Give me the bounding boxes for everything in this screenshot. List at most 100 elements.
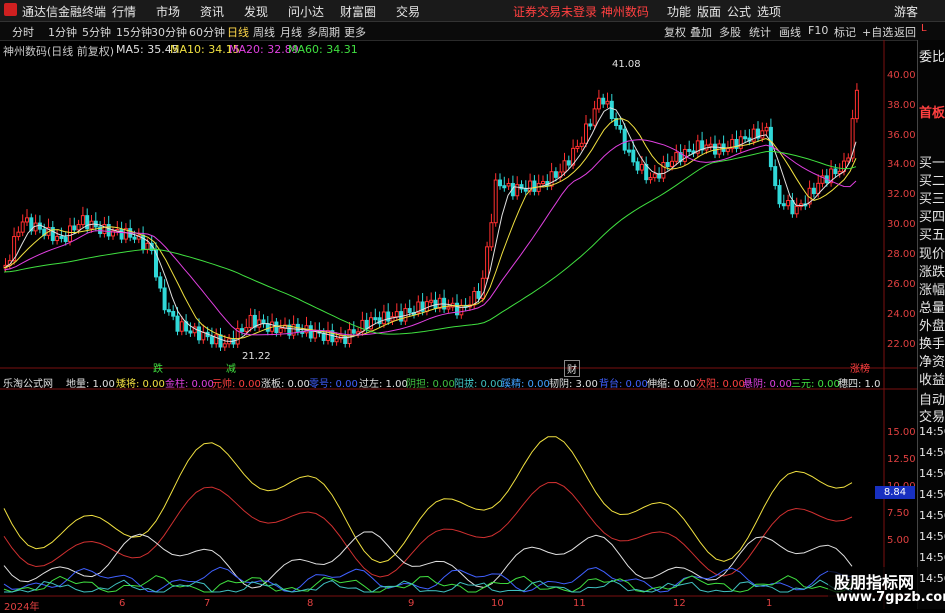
- sidebar-item: 买一: [919, 156, 945, 171]
- menu-formula[interactable]: 公式: [727, 3, 751, 20]
- tab-1min[interactable]: 1分钟: [48, 24, 77, 40]
- ind-item: 过左: 1.00: [359, 379, 408, 390]
- high-price-label: 41.08: [612, 59, 641, 70]
- menu-item-discover[interactable]: 发现: [244, 3, 268, 20]
- date-tick: 9: [408, 598, 415, 609]
- period-tabbar: 分时 1分钟 5分钟 15分钟 30分钟 60分钟 日线 周线 月线 多周期 更…: [0, 22, 945, 41]
- stats-button[interactable]: 统计: [749, 24, 771, 40]
- sidebar-item: 委比: [919, 50, 945, 65]
- overlay-button[interactable]: 叠加: [690, 24, 712, 40]
- watermark-url: www.7gpzb.com: [836, 590, 945, 605]
- sidebar-item: 涨幅: [919, 283, 945, 298]
- draw-line-button[interactable]: 画线: [779, 24, 801, 40]
- sidebar-item: 买五: [919, 228, 945, 243]
- menu-item-wealth[interactable]: 财富圈: [340, 3, 376, 20]
- tab-5min[interactable]: 5分钟: [82, 24, 111, 40]
- sidebar-time: 14:56: [919, 488, 945, 501]
- adjust-button[interactable]: 复权: [664, 24, 686, 40]
- tab-more[interactable]: 更多: [344, 24, 366, 40]
- ind-item: 悬阴: 0.00: [743, 379, 792, 390]
- sidebar-time: 14:56: [919, 425, 945, 438]
- add-watchlist-button[interactable]: +自选: [862, 24, 893, 40]
- ind-item: 次阳: 0.00: [696, 379, 745, 390]
- menu-options[interactable]: 选项: [757, 3, 781, 20]
- sidebar-level[interactable]: L: [921, 23, 927, 34]
- date-tick: 8: [307, 598, 314, 609]
- sidebar-trade-button[interactable]: 交易: [919, 406, 945, 425]
- menu-item-trade[interactable]: 交易: [396, 3, 420, 20]
- ind-item: 背台: 0.00: [599, 379, 648, 390]
- menu-bar: 通达信金融终端 行情 市场 资讯 发现 问小达 财富圈 交易 证券交易未登录 神…: [0, 0, 945, 22]
- menu-layout[interactable]: 版面: [697, 3, 721, 20]
- date-tick: 2024年: [4, 602, 40, 613]
- date-tick: 11: [573, 598, 586, 609]
- marker-reduce: 减: [226, 364, 236, 375]
- sidebar-time: 14:56: [919, 509, 945, 522]
- tab-multi-period[interactable]: 多周期: [307, 24, 340, 40]
- tab-60min[interactable]: 60分钟: [189, 24, 225, 40]
- menu-item-ask[interactable]: 问小达: [288, 3, 324, 20]
- tab-30min[interactable]: 30分钟: [151, 24, 187, 40]
- price-tick: 40.00: [887, 70, 916, 81]
- ind-tick: 12.50: [887, 454, 916, 465]
- ind-tick: 15.00: [887, 427, 916, 438]
- menu-item-news[interactable]: 资讯: [200, 3, 224, 20]
- ind-item: 穗四: 1.0: [838, 379, 881, 390]
- ind-item: 韧阴: 3.00: [549, 379, 598, 390]
- menu-guest[interactable]: 游客: [894, 3, 918, 20]
- tab-15min[interactable]: 15分钟: [116, 24, 152, 40]
- ind-item: 阴担: 0.00: [406, 379, 455, 390]
- app-title: 通达信金融终端: [22, 5, 107, 19]
- tab-daily[interactable]: 日线: [227, 24, 249, 40]
- tab-intraday[interactable]: 分时: [12, 24, 34, 40]
- indicator-name[interactable]: 乐淘公式网: [3, 375, 53, 390]
- back-button[interactable]: 返回: [894, 24, 916, 40]
- tab-monthly[interactable]: 月线: [280, 24, 302, 40]
- price-tick: 36.00: [887, 130, 916, 141]
- sidebar-item: 涨跌: [919, 265, 945, 280]
- sidebar-item: 买二: [919, 174, 945, 189]
- ind-tick: 7.50: [887, 508, 910, 519]
- price-tick: 22.00: [887, 339, 916, 350]
- login-status: 证券交易未登录 神州数码: [513, 5, 649, 19]
- tab-weekly[interactable]: 周线: [253, 24, 275, 40]
- price-tick: 28.00: [887, 249, 916, 260]
- date-tick: 6: [119, 598, 126, 609]
- menu-function[interactable]: 功能: [667, 3, 691, 20]
- sidebar-item: 换手: [919, 337, 945, 352]
- mark-button[interactable]: 标记: [834, 24, 856, 40]
- menu-item-market[interactable]: 市场: [156, 3, 180, 20]
- ind-item: 地量: 1.00: [66, 379, 115, 390]
- sidebar-time: 14:56: [919, 446, 945, 459]
- ind-item: 涨板: 0.00: [261, 379, 310, 390]
- low-price-label: 21.22: [242, 351, 271, 362]
- ind-item: 阳拔: 0.00: [454, 379, 503, 390]
- indicator-legend: 乐淘公式网 地量: 1.00 矮将: 0.00 金柱: 0.00 元帅: 0.0…: [3, 375, 883, 390]
- date-tick: 12: [673, 598, 686, 609]
- sidebar-time: 14:56: [919, 551, 945, 564]
- multi-stock-button[interactable]: 多股: [719, 24, 741, 40]
- ind-item: 元帅: 0.00: [212, 379, 261, 390]
- price-tick: 32.00: [887, 189, 916, 200]
- menu-item-quotes[interactable]: 行情: [112, 3, 136, 20]
- app-logo-icon: [4, 3, 17, 16]
- sidebar-item: 买三: [919, 192, 945, 207]
- ind-item: 零号: 0.00: [309, 379, 358, 390]
- price-tick: 34.00: [887, 159, 916, 170]
- price-tick: 24.00: [887, 309, 916, 320]
- current-indicator-value: 8.84: [875, 486, 915, 499]
- sidebar-time: 14:56: [919, 530, 945, 543]
- price-tick: 30.00: [887, 219, 916, 230]
- sidebar-item: 收益: [919, 373, 945, 388]
- price-tick: 38.00: [887, 100, 916, 111]
- kline-chart[interactable]: [0, 40, 917, 609]
- date-tick: 10: [491, 598, 504, 609]
- ind-item: 伸缩: 0.00: [647, 379, 696, 390]
- marker-top-gain: 涨榜: [850, 364, 870, 375]
- ind-item: 矮将: 0.00: [116, 379, 165, 390]
- ind-tick: 5.00: [887, 535, 910, 546]
- sidebar-item: 首板: [919, 106, 945, 121]
- marker-fall: 跌: [153, 364, 163, 375]
- f10-button[interactable]: F10: [808, 24, 828, 37]
- date-tick: 1: [766, 598, 773, 609]
